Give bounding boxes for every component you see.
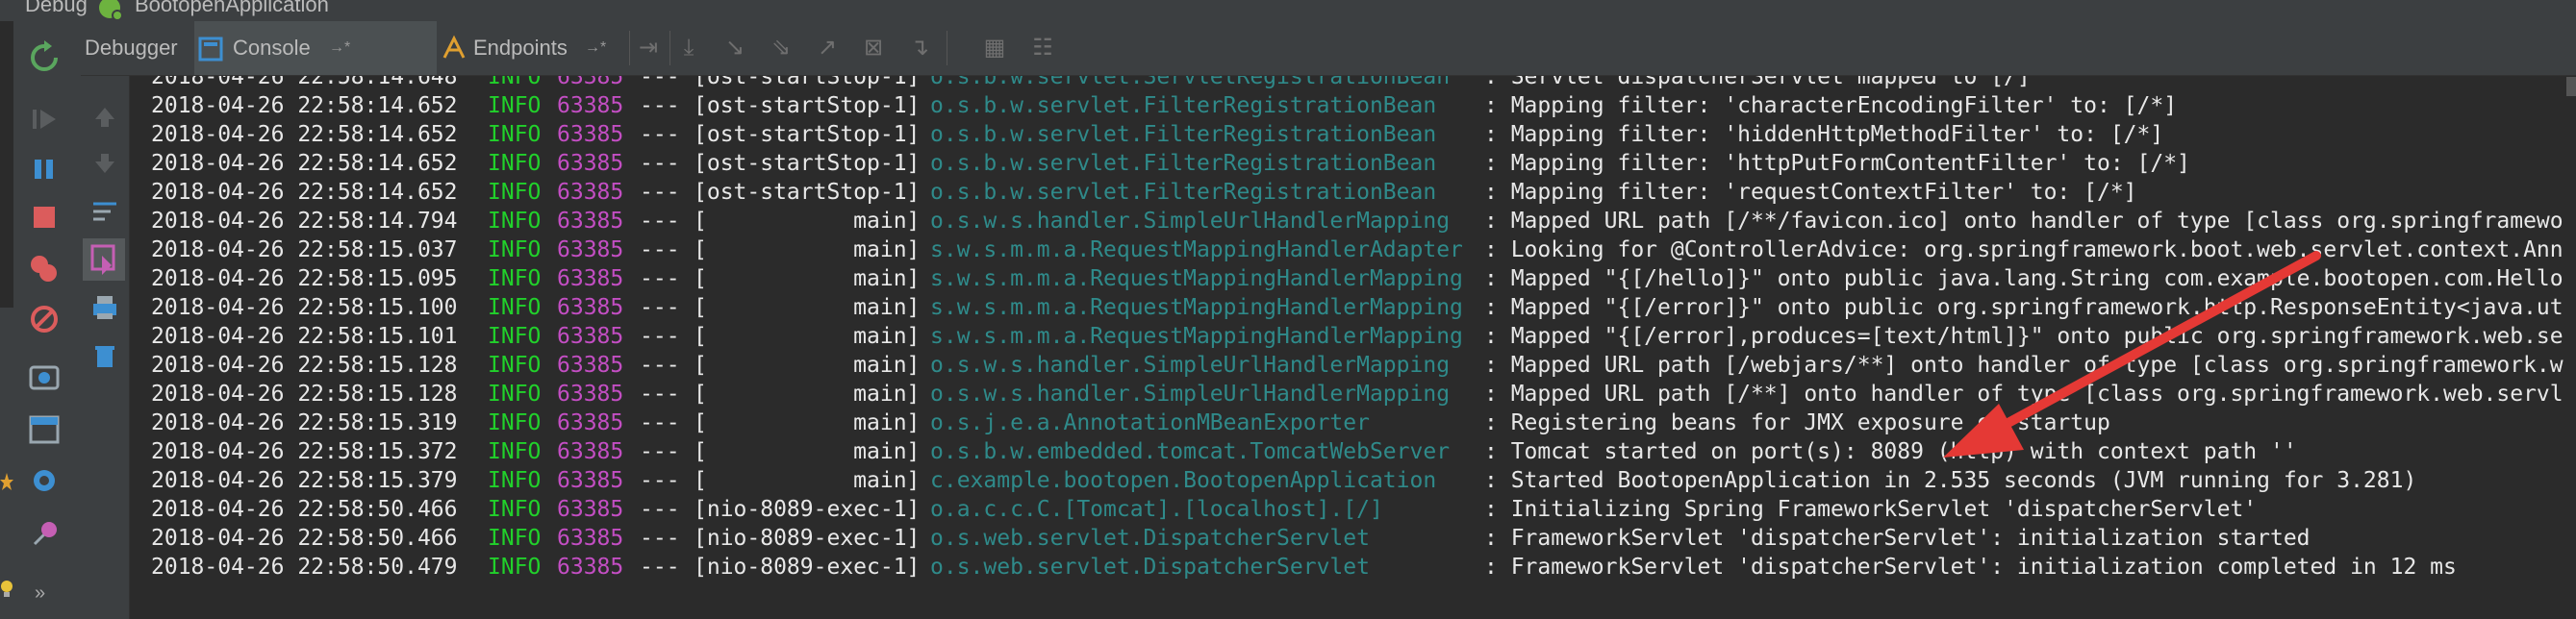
scrollbar-thumb[interactable] xyxy=(2566,77,2576,96)
annotation-arrow xyxy=(1943,251,2321,458)
